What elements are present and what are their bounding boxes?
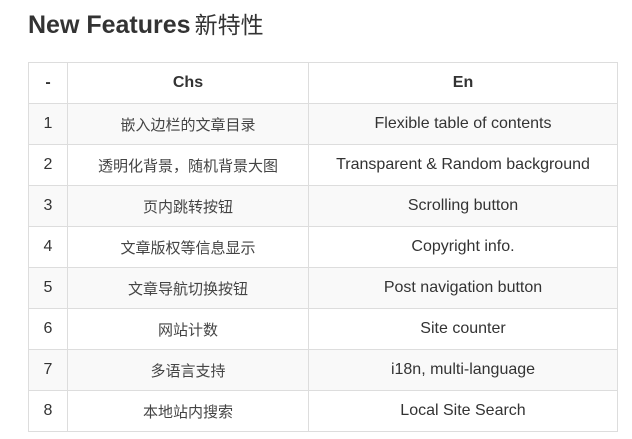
row-en: Site counter [308, 308, 618, 350]
features-table: - Chs En 1 嵌入边栏的文章目录 Flexible table of c… [28, 62, 618, 432]
row-num: 8 [28, 390, 68, 432]
row-en: Transparent & Random background [308, 144, 618, 186]
table-row: 6 网站计数 Site counter [28, 308, 618, 350]
table-row: 4 文章版权等信息显示 Copyright info. [28, 226, 618, 268]
row-num: 4 [28, 226, 68, 268]
row-chs: 透明化背景，随机背景大图 [67, 144, 309, 186]
row-en: i18n, multi-language [308, 349, 618, 391]
header-num: - [28, 62, 68, 104]
row-chs: 网站计数 [67, 308, 309, 350]
table-header-row: - Chs En [28, 62, 618, 104]
row-num: 7 [28, 349, 68, 391]
row-chs: 文章版权等信息显示 [67, 226, 309, 268]
table-row: 2 透明化背景，随机背景大图 Transparent & Random back… [28, 144, 618, 186]
row-num: 5 [28, 267, 68, 309]
row-chs: 嵌入边栏的文章目录 [67, 103, 309, 145]
header-chs: Chs [67, 62, 309, 104]
table-row: 7 多语言支持 i18n, multi-language [28, 349, 618, 391]
header-en: En [308, 62, 618, 104]
section-heading: New Features 新特性 [28, 8, 264, 43]
row-num: 3 [28, 185, 68, 227]
row-en: Local Site Search [308, 390, 618, 432]
row-en: Flexible table of contents [308, 103, 618, 145]
row-en: Post navigation button [308, 267, 618, 309]
row-chs: 多语言支持 [67, 349, 309, 391]
heading-title: New Features [28, 11, 191, 39]
row-chs: 文章导航切换按钮 [67, 267, 309, 309]
row-en: Scrolling button [308, 185, 618, 227]
table-row: 3 页内跳转按钮 Scrolling button [28, 185, 618, 227]
row-en: Copyright info. [308, 226, 618, 268]
table-row: 5 文章导航切换按钮 Post navigation button [28, 267, 618, 309]
heading-title-cn: 新特性 [194, 13, 264, 39]
row-num: 2 [28, 144, 68, 186]
row-chs: 页内跳转按钮 [67, 185, 309, 227]
table-row: 8 本地站内搜索 Local Site Search [28, 390, 618, 432]
row-chs: 本地站内搜索 [67, 390, 309, 432]
table-row: 1 嵌入边栏的文章目录 Flexible table of contents [28, 103, 618, 145]
row-num: 1 [28, 103, 68, 145]
row-num: 6 [28, 308, 68, 350]
